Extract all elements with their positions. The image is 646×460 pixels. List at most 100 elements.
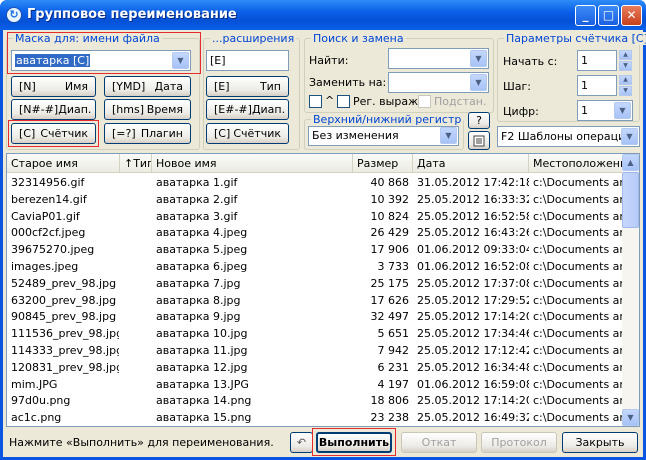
ext-range-token: [E#-#] xyxy=(214,103,252,116)
replace-input[interactable]: ▼ xyxy=(388,72,489,93)
counter-step-value: 1 xyxy=(581,79,588,92)
row-new-name: аватарка 12.jpg xyxy=(156,360,248,374)
row-location: c:\Documents and xyxy=(533,310,622,324)
table-row[interactable]: 000cf2cf.jpeg аватарка 4.jpeg 26 429 25.05.… xyxy=(7,224,622,241)
table-row[interactable]: 111536_prev_98.jpg аватарка 10.jpg 5 651 25… xyxy=(7,325,622,342)
mask-input[interactable]: аватарка [C] ▼ xyxy=(11,50,191,71)
close-button[interactable]: Закрыть xyxy=(562,432,638,453)
case-select[interactable]: Без изменения ▼ xyxy=(308,126,459,146)
scroll-thumb[interactable] xyxy=(622,172,639,228)
rename-window: ↻ Групповое переименование _ □ ✕ Маска д… xyxy=(0,0,646,460)
find-input[interactable]: ▼ xyxy=(388,48,489,69)
mask-range-button[interactable]: [N#-#] Диап. xyxy=(11,99,96,120)
row-date: 25.05.2012 17:14:20 xyxy=(417,394,529,408)
mask-time-button[interactable]: [hms] Время xyxy=(104,99,191,120)
counter-start-input[interactable]: 1 xyxy=(577,50,617,71)
help-button[interactable]: ? xyxy=(468,112,490,129)
file-list-header: Старое имя ↑Тиг Новое имя Размер Дата Ме… xyxy=(7,154,622,173)
col-size[interactable]: Размер xyxy=(353,154,413,173)
table-row[interactable]: 120831_prev_98.jpg аватарка 12.jpg 6 231 25… xyxy=(7,359,622,376)
row-date: 01.06.2012 16:52:08 xyxy=(417,260,529,273)
table-row[interactable]: mim.JPG аватарка 13.JPG 4 197 01.06.2012 16… xyxy=(7,376,622,393)
counter-digits-select[interactable]: 1 ▼ xyxy=(577,100,633,121)
mask-date-label: Дата xyxy=(154,80,183,93)
maximize-icon[interactable]: □ xyxy=(598,5,619,26)
regex-checkbox[interactable] xyxy=(337,95,350,108)
minimize-icon[interactable]: _ xyxy=(575,5,596,26)
ext-type-button[interactable]: [E] Тип xyxy=(206,76,289,97)
spin-down-icon[interactable]: ▼ xyxy=(619,61,632,71)
counter-step-input[interactable]: 1 xyxy=(577,75,617,96)
vertical-scrollbar[interactable]: ▲ ▼ xyxy=(622,154,639,426)
execute-button[interactable]: Выполнить xyxy=(316,432,392,453)
chevron-down-icon[interactable]: ▼ xyxy=(621,128,638,145)
spin-up-icon[interactable]: ▲ xyxy=(619,75,632,85)
ext-range-label: Диап. xyxy=(251,103,286,116)
templates-select[interactable]: F2 Шаблоны операции ▼ xyxy=(497,126,640,147)
templates-value: F2 Шаблоны операции xyxy=(501,130,633,143)
counter-label: Параметры счётчика [C] xyxy=(504,32,646,45)
mask-range-token: [N#-#] xyxy=(19,103,59,116)
rollback-button[interactable]: Откат xyxy=(401,432,477,453)
spin-up-icon[interactable]: ▲ xyxy=(619,50,632,60)
close-icon[interactable]: ✕ xyxy=(621,5,642,26)
mask-plugin-button[interactable]: [=?] Плагин xyxy=(104,123,191,144)
titlebar[interactable]: ↻ Групповое переименование _ □ ✕ xyxy=(0,0,646,30)
spin-down-icon[interactable]: ▼ xyxy=(619,86,632,96)
ext-type-token: [E] xyxy=(214,80,230,93)
log-button[interactable]: Протокол xyxy=(481,432,557,453)
row-old-name: 39675270.jpeg xyxy=(11,243,95,257)
table-row[interactable]: 63200_prev_98.jpg аватарка 8.jpg 17 626 25.… xyxy=(7,292,622,309)
table-row[interactable]: 114333_prev_98.jpg аватарка 11.jpg 7 942 25… xyxy=(7,342,622,359)
mask-date-button[interactable]: [YMD] Дата xyxy=(104,76,191,97)
table-row[interactable]: images.jpeg аватарка 6.jpeg 3 733 01.06.201… xyxy=(7,258,622,275)
row-size: 5 651 xyxy=(377,327,410,341)
chevron-down-icon[interactable]: ▼ xyxy=(470,74,487,91)
row-size: 17 626 xyxy=(370,293,410,307)
mask-time-token: [hms] xyxy=(112,103,145,116)
row-location: c:\Documents and xyxy=(533,192,622,206)
undo-button[interactable]: ↶ xyxy=(290,432,313,453)
scroll-down-icon[interactable]: ▼ xyxy=(622,409,639,426)
table-row[interactable]: 32314956.gif аватарка 1.gif 40 868 31.05.20… xyxy=(7,174,622,191)
row-size: 18 806 xyxy=(370,394,410,408)
col-type[interactable]: ↑Тиг xyxy=(120,154,152,173)
window-title: Групповое переименование xyxy=(27,7,237,22)
table-row[interactable]: CaviaP01.gif аватарка 3.gif 10 824 25.05.20… xyxy=(7,208,622,225)
col-old-name[interactable]: Старое имя xyxy=(7,154,120,173)
row-location: c:\Documents and xyxy=(533,327,622,341)
chevron-down-icon[interactable]: ▼ xyxy=(614,102,631,119)
mask-name-button[interactable]: [N] Имя xyxy=(11,76,96,97)
col-new-name[interactable]: Новое имя xyxy=(152,154,353,173)
log-icon-button[interactable] xyxy=(468,131,490,150)
row-old-name: 63200_prev_98.jpg xyxy=(11,293,117,307)
table-row[interactable]: berezen14.gif аватарка 2.gif 10 392 25.05.2… xyxy=(7,191,622,208)
table-row[interactable]: 52489_prev_98.jpg аватарка 7.jpg 25 175 25.… xyxy=(7,275,622,292)
row-date: 01.06.2012 09:33:04 xyxy=(417,243,529,257)
table-row[interactable]: 90845_prev_98.jpg аватарка 9.jpg 32 497 25.… xyxy=(7,308,622,325)
col-location[interactable]: Местоположение xyxy=(529,154,622,173)
row-size: 26 429 xyxy=(370,226,410,240)
table-row[interactable]: 39675270.jpeg аватарка 5.jpeg 17 906 01.06.… xyxy=(7,241,622,258)
row-date: 25.05.2012 17:29:52 xyxy=(417,293,529,307)
row-new-name: аватарка 3.gif xyxy=(156,209,238,223)
row-old-name: 120831_prev_98.jpg xyxy=(11,360,119,374)
table-row[interactable]: 97d0u.png аватарка 14.png 18 806 25.05.2012… xyxy=(7,392,622,409)
ext-range-button[interactable]: [E#-#] Диап. xyxy=(206,99,289,120)
chevron-down-icon[interactable]: ▼ xyxy=(172,52,189,69)
chevron-down-icon[interactable]: ▼ xyxy=(440,127,457,144)
scroll-up-icon[interactable]: ▲ xyxy=(622,154,639,171)
ext-counter-button[interactable]: [C] Счётчик xyxy=(206,123,289,144)
row-new-name: аватарка 10.jpg xyxy=(156,327,248,341)
row-old-name: ac1c.png xyxy=(11,411,62,425)
row-location: c:\Documents and xyxy=(533,276,622,290)
chevron-down-icon[interactable]: ▼ xyxy=(470,50,487,67)
table-row[interactable]: ac1c.png аватарка 15.png 23 238 25.05.2012 … xyxy=(7,409,622,426)
search-label: Поиск и замена xyxy=(311,32,406,45)
rollback-label: Откат xyxy=(421,436,457,449)
caret-checkbox[interactable] xyxy=(309,95,322,108)
col-date[interactable]: Дата xyxy=(413,154,529,173)
file-list[interactable]: Старое имя ↑Тиг Новое имя Размер Дата Ме… xyxy=(6,153,640,427)
subst-checkbox[interactable] xyxy=(418,95,431,108)
ext-input[interactable]: [E] xyxy=(206,50,289,71)
